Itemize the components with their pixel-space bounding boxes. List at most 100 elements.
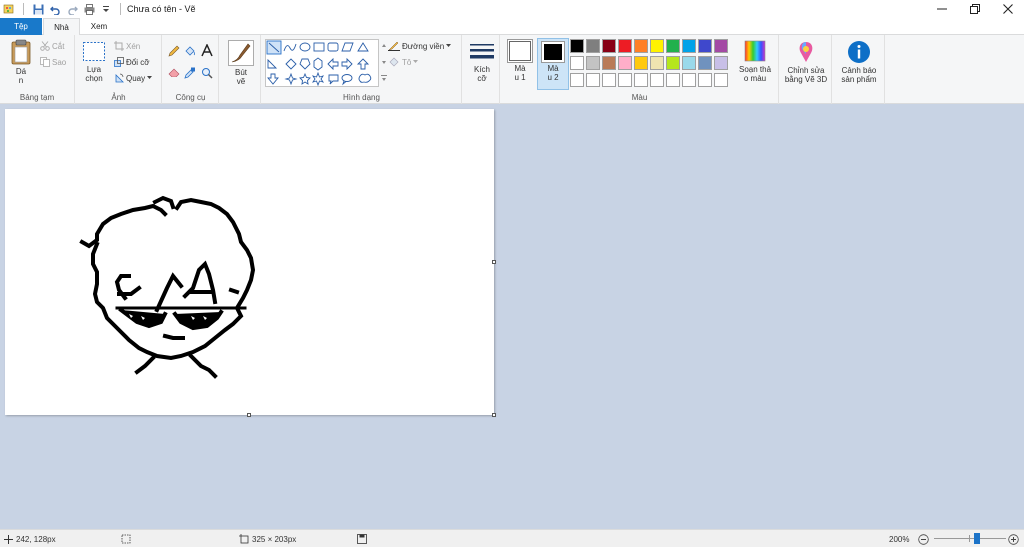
chevron-down-icon (147, 76, 153, 79)
color-swatch[interactable] (570, 39, 584, 53)
select-label: Lựa chọn (85, 65, 103, 83)
color-swatch[interactable] (650, 39, 664, 53)
tab-home[interactable]: Nhà (43, 18, 80, 36)
edit-colors-button[interactable]: Soạn thả o màu (733, 39, 777, 83)
color-swatch[interactable] (618, 56, 632, 70)
close-button[interactable] (991, 0, 1024, 18)
color-swatch[interactable] (602, 39, 616, 53)
paste-button[interactable]: Dá n (6, 39, 36, 85)
brushes-label: Bút vẽ (234, 68, 247, 86)
shapes-icons (266, 40, 372, 87)
title-bar: Chưa có tên - Vẽ (0, 0, 1024, 18)
text-tool[interactable] (201, 43, 213, 59)
save-icon[interactable] (31, 2, 45, 16)
pencil-tool[interactable] (168, 45, 180, 59)
color-swatch[interactable] (650, 56, 664, 70)
paint-bucket-icon (185, 46, 195, 56)
color-swatch[interactable] (634, 73, 648, 87)
zoom-out-icon (918, 533, 929, 545)
select-button[interactable]: Lựa chọn (80, 41, 108, 83)
chevron-down-icon (413, 60, 419, 63)
quick-access-toolbar (0, 2, 125, 16)
fill-button[interactable]: Tô (388, 57, 419, 67)
zoom-slider[interactable] (934, 530, 1006, 547)
color2-button[interactable]: Mà u 2 (537, 38, 569, 90)
color-swatch[interactable] (682, 39, 696, 53)
eyedropper-icon (184, 67, 195, 79)
color-swatch[interactable] (666, 73, 680, 87)
restore-button[interactable] (958, 0, 991, 18)
color-swatch[interactable] (618, 39, 632, 53)
zoom-level-text: 200% (889, 534, 910, 544)
shapes-scroll[interactable] (380, 39, 388, 87)
eraser-tool[interactable] (168, 67, 180, 79)
paint3d-button[interactable]: Chỉnh sửa bằng Vẽ 3D (782, 40, 830, 84)
color1-swatch-frame (507, 39, 533, 63)
customize-qat-icon[interactable] (99, 2, 113, 16)
color-swatch[interactable] (682, 56, 696, 70)
outline-label: Đường viền (402, 41, 445, 51)
color-swatch[interactable] (682, 73, 696, 87)
color-swatch[interactable] (634, 39, 648, 53)
zoom-in-button[interactable] (1008, 530, 1019, 547)
color-picker-tool[interactable] (184, 67, 196, 81)
resize-handle-corner[interactable] (492, 413, 496, 417)
color-swatch[interactable] (714, 39, 728, 53)
zoom-out-button[interactable] (918, 530, 929, 547)
cursor-position-text: 242, 128px (16, 534, 56, 544)
color-swatch[interactable] (698, 73, 712, 87)
color1-button[interactable]: Mà u 1 (504, 38, 536, 90)
product-alert-button[interactable]: Cảnh báo sản phẩm (835, 40, 883, 84)
tab-view[interactable]: Xem (82, 18, 116, 35)
redo-icon[interactable] (65, 2, 79, 16)
selection-icon (121, 534, 131, 544)
clipboard-group-label: Bảng tạm (19, 93, 55, 102)
size-button[interactable]: Kích cỡ (467, 41, 497, 83)
tab-file[interactable]: Tệp (0, 18, 42, 35)
disk-icon (357, 534, 367, 544)
color-swatch[interactable] (602, 56, 616, 70)
image-group: Lựa chọn Xén Đổi cỡ Quay Ảnh (76, 35, 162, 104)
zoom-slider-thumb[interactable] (974, 533, 980, 544)
resize-handle-right[interactable] (492, 260, 496, 264)
color-swatch[interactable] (634, 56, 648, 70)
ribbon: Dá n Cắt Sao Bảng tạm Lựa chọn Xén Đổi c… (0, 35, 1024, 104)
resize-button[interactable]: Đổi cỡ (114, 57, 149, 67)
copy-button[interactable]: Sao (40, 57, 66, 67)
outline-icon (388, 41, 400, 51)
color2-swatch (544, 44, 562, 60)
outline-button[interactable]: Đường viền (388, 41, 452, 51)
undo-icon[interactable] (48, 2, 62, 16)
color-swatch[interactable] (698, 56, 712, 70)
size-label: Kích cỡ (473, 65, 490, 83)
color-swatch[interactable] (586, 56, 600, 70)
color-swatch[interactable] (650, 73, 664, 87)
paint-app-icon[interactable] (2, 2, 16, 16)
color2-swatch-frame (541, 41, 565, 63)
minimize-button[interactable] (925, 0, 958, 18)
color-swatch[interactable] (618, 73, 632, 87)
crop-button[interactable]: Xén (114, 41, 140, 51)
color-swatch[interactable] (602, 73, 616, 87)
color-swatch[interactable] (698, 39, 712, 53)
color-swatch[interactable] (570, 73, 584, 87)
eraser-icon (168, 68, 180, 78)
print-icon[interactable] (82, 2, 96, 16)
color1-swatch (509, 41, 531, 61)
drawing-canvas[interactable] (5, 109, 496, 417)
color-swatch[interactable] (586, 39, 600, 53)
cut-button[interactable]: Cắt (40, 41, 64, 51)
color-swatch[interactable] (714, 56, 728, 70)
brushes-button[interactable]: Bút vẽ (226, 40, 256, 86)
color-swatch[interactable] (714, 73, 728, 87)
color-swatch[interactable] (666, 39, 680, 53)
clipboard-icon (11, 39, 31, 65)
fill-tool[interactable] (184, 45, 196, 59)
color-swatch[interactable] (586, 73, 600, 87)
color-swatch[interactable] (666, 56, 680, 70)
rotate-button[interactable]: Quay (114, 73, 153, 83)
color-swatch[interactable] (570, 56, 584, 70)
colors-group-label: Màu (631, 93, 648, 102)
resize-handle-bottom[interactable] (247, 413, 251, 417)
magnifier-tool[interactable] (201, 67, 213, 81)
